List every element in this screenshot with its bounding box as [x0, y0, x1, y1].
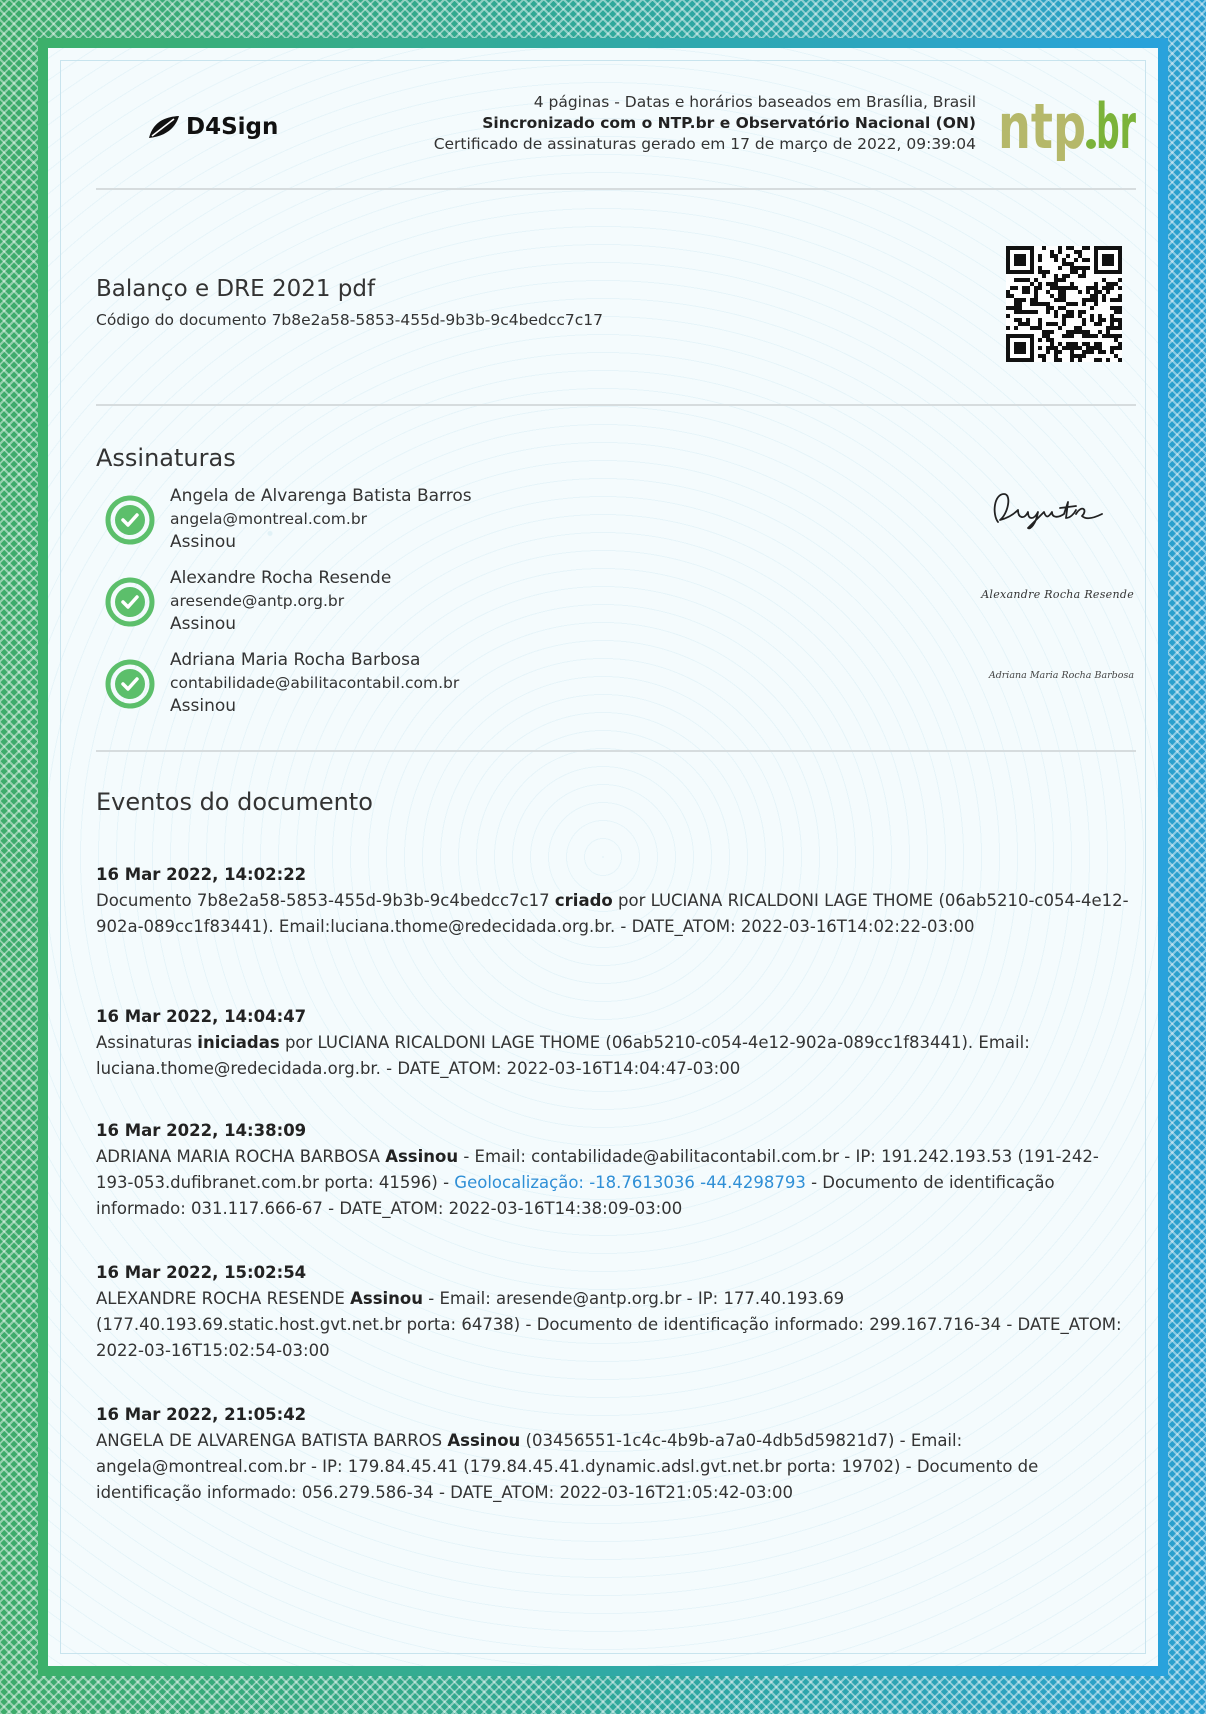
- signer-email: angela@montreal.com.br: [170, 510, 368, 528]
- event-description: Documento 7b8e2a58-5853-455d-9b3b-9c4bed…: [96, 888, 1136, 940]
- event-entry: 16 Mar 2022, 15:02:54 ALEXANDRE ROCHA RE…: [96, 1260, 1136, 1364]
- certificate-header: D4Sign 4 páginas - Datas e horários base…: [96, 92, 1136, 172]
- signer-info: Angela de Alvarenga Batista Barros angel…: [170, 484, 472, 554]
- event-entry: 16 Mar 2022, 14:38:09 ADRIANA MARIA ROCH…: [96, 1118, 1136, 1222]
- event-description: ADRIANA MARIA ROCHA BARBOSA Assinou - Em…: [96, 1144, 1136, 1222]
- event-action: Assinou: [350, 1289, 424, 1308]
- event-entry: 16 Mar 2022, 14:04:47 Assinaturas inicia…: [96, 1004, 1136, 1082]
- event-action: criado: [554, 891, 613, 910]
- header-info: 4 páginas - Datas e horários baseados em…: [434, 92, 976, 155]
- event-description: ANGELA DE ALVARENGA BATISTA BARROS Assin…: [96, 1428, 1136, 1506]
- sync-line: Sincronizado com o NTP.br e Observatório…: [482, 114, 976, 132]
- event-date: 16 Mar 2022, 21:05:42: [96, 1405, 307, 1424]
- event-entry: 16 Mar 2022, 14:02:22 Documento 7b8e2a58…: [96, 862, 1136, 940]
- event-text: ADRIANA MARIA ROCHA BARBOSA: [96, 1147, 386, 1166]
- event-action: Assinou: [385, 1147, 459, 1166]
- signer-status: Assinou: [170, 696, 237, 716]
- divider: [96, 188, 1136, 190]
- signer-row: Angela de Alvarenga Batista Barros angel…: [104, 484, 1134, 560]
- leaf-icon: [149, 116, 179, 138]
- events-title: Eventos do documento: [96, 788, 373, 816]
- event-description: Assinaturas iniciadas por LUCIANA RICALD…: [96, 1030, 1136, 1082]
- divider: [96, 404, 1136, 406]
- signer-info: Alexandre Rocha Resende aresende@antp.or…: [170, 566, 391, 636]
- signatures-title: Assinaturas: [96, 444, 236, 472]
- ntp-br-logo: ntp br: [998, 92, 1136, 162]
- event-date: 16 Mar 2022, 14:02:22: [96, 865, 307, 884]
- divider: [96, 750, 1136, 752]
- check-circle-icon: [105, 495, 155, 545]
- page-count-line: 4 páginas - Datas e horários baseados em…: [533, 93, 976, 111]
- signer-name: Angela de Alvarenga Batista Barros: [170, 486, 472, 506]
- event-entry: 16 Mar 2022, 21:05:42 ANGELA DE ALVARENG…: [96, 1402, 1136, 1506]
- event-text: Assinaturas: [96, 1033, 198, 1052]
- signer-email: contabilidade@abilitacontabil.com.br: [170, 674, 460, 692]
- event-description: ALEXANDRE ROCHA RESENDE Assinou - Email:…: [96, 1286, 1136, 1364]
- signer-info: Adriana Maria Rocha Barbosa contabilidad…: [170, 648, 459, 718]
- event-text: ALEXANDRE ROCHA RESENDE: [96, 1289, 351, 1308]
- signer-status: Assinou: [170, 532, 237, 552]
- document-code: Código do documento 7b8e2a58-5853-455d-9…: [96, 311, 603, 329]
- signer-name: Alexandre Rocha Resende: [170, 568, 392, 588]
- svg-text:br: br: [1096, 92, 1136, 162]
- handwritten-signature: Adriana Maria Rocha Barbosa: [988, 670, 1134, 681]
- event-action: iniciadas: [197, 1033, 280, 1052]
- logo-text: D4Sign: [186, 114, 279, 140]
- check-circle-icon: [105, 577, 155, 627]
- event-date: 16 Mar 2022, 14:38:09: [96, 1121, 307, 1140]
- generated-line: Certificado de assinaturas gerado em 17 …: [433, 135, 976, 153]
- event-text: Documento 7b8e2a58-5853-455d-9b3b-9c4bed…: [96, 891, 555, 910]
- svg-text:ntp: ntp: [998, 92, 1086, 162]
- check-circle-icon: [105, 659, 155, 709]
- event-text: ANGELA DE ALVARENGA BATISTA BARROS: [96, 1431, 448, 1450]
- event-date: 16 Mar 2022, 15:02:54: [96, 1263, 307, 1282]
- handwritten-signature: [993, 493, 1103, 530]
- handwritten-signature: Alexandre Rocha Resende: [981, 588, 1134, 601]
- signer-email: aresende@antp.org.br: [170, 592, 345, 610]
- geolocation-link[interactable]: Geolocalização: -18.7613036 -44.4298793: [454, 1173, 806, 1192]
- signer-status: Assinou: [170, 614, 237, 634]
- event-action: Assinou: [447, 1431, 521, 1450]
- qr-code-icon: [1006, 246, 1122, 362]
- signer-name: Adriana Maria Rocha Barbosa: [170, 650, 421, 670]
- d4sign-logo: D4Sign: [146, 114, 278, 140]
- signer-row: Adriana Maria Rocha Barbosa contabilidad…: [104, 648, 1134, 724]
- event-date: 16 Mar 2022, 14:04:47: [96, 1007, 307, 1026]
- signer-row: Alexandre Rocha Resende aresende@antp.or…: [104, 566, 1134, 642]
- document-title: Balanço e DRE 2021 pdf: [96, 276, 376, 302]
